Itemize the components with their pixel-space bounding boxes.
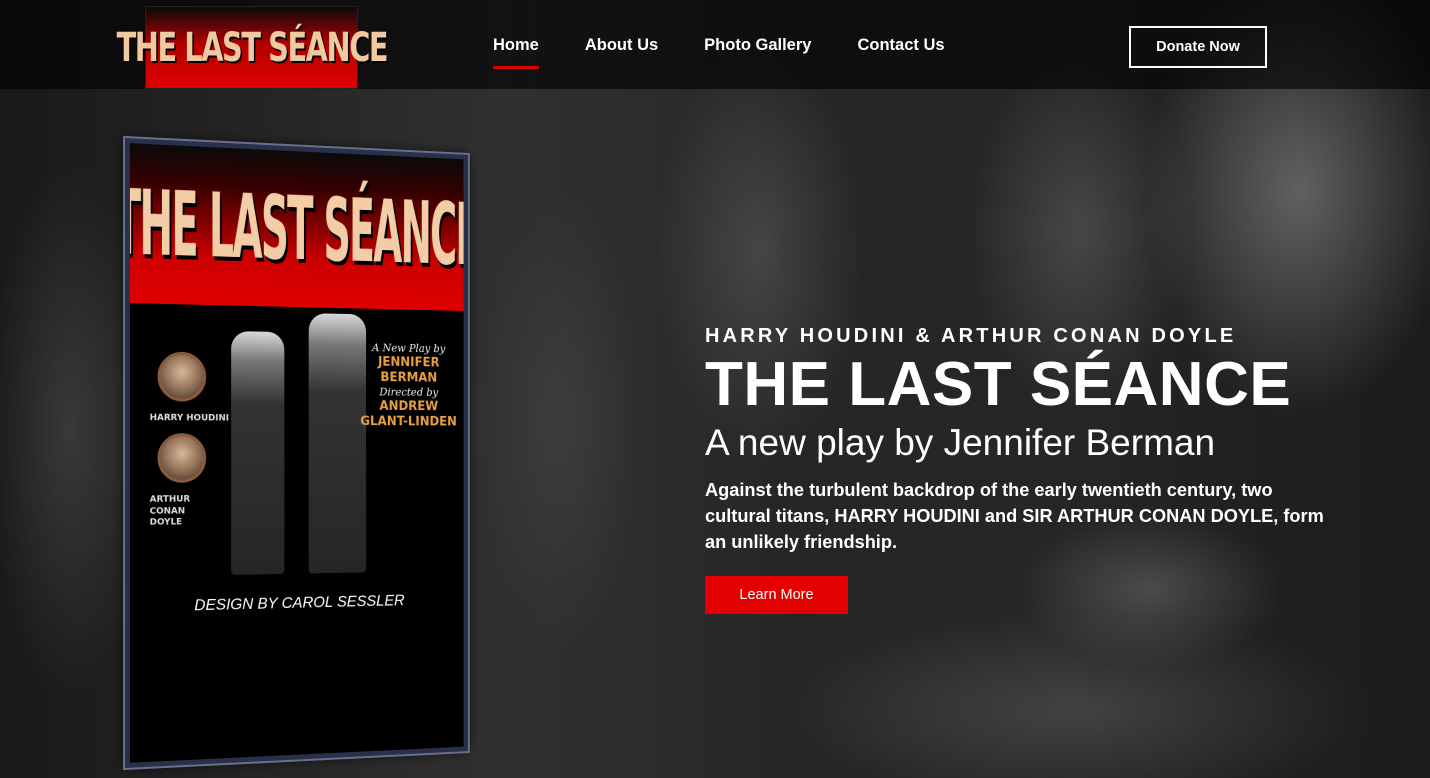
credit-name-director: ANDREW GLANT-LINDEN [360, 399, 457, 430]
nav-link-contact-us[interactable]: Contact Us [857, 36, 944, 69]
poster-image: THE LAST SÉANCE HARRY HOUDINI ARTHUR CON… [125, 138, 469, 768]
doyle-portrait [157, 433, 207, 483]
site-header: THE LAST SÉANCE Home About Us Photo Gall… [0, 0, 1430, 89]
nav-link-home[interactable]: Home [493, 36, 539, 69]
houdini-portrait-label: HARRY HOUDINI [149, 413, 229, 424]
hero-description: Against the turbulent backdrop of the ea… [705, 480, 1324, 552]
doyle-figure [308, 313, 367, 574]
credit-line-playwright: A New Play by [372, 341, 446, 356]
logo-text: THE LAST SÉANCE [116, 24, 388, 71]
learn-more-button[interactable]: Learn More [705, 576, 848, 614]
hero-eyebrow: HARRY HOUDINI & ARTHUR CONAN DOYLE [705, 325, 1237, 347]
poster-design-credit: DESIGN BY CAROL SESSLER [194, 592, 405, 615]
nav-link-photo-gallery[interactable]: Photo Gallery [704, 36, 811, 69]
poster-title: THE LAST SÉANCE [125, 169, 469, 286]
houdini-portrait [157, 351, 207, 402]
houdini-figure [231, 331, 285, 575]
nav-link-about-us[interactable]: About Us [585, 36, 658, 69]
site-logo[interactable]: THE LAST SÉANCE [116, 6, 388, 89]
main-nav: Home About Us Photo Gallery Contact Us [493, 36, 991, 69]
doyle-portrait-label: ARTHUR CONAN DOYLE [149, 494, 191, 529]
hero-subtitle: A new play by Jennifer Berman [705, 422, 1216, 463]
poster-title-band: THE LAST SÉANCE [125, 143, 468, 311]
credit-name-playwright: JENNIFER BERMAN [377, 354, 440, 386]
hero-title: THE LAST SÉANCE [705, 350, 1292, 419]
donate-now-button[interactable]: Donate Now [1129, 26, 1267, 68]
credit-line-director: Directed by [379, 386, 439, 400]
poster-credits: A New Play by JENNIFER BERMAN Directed b… [359, 341, 458, 430]
